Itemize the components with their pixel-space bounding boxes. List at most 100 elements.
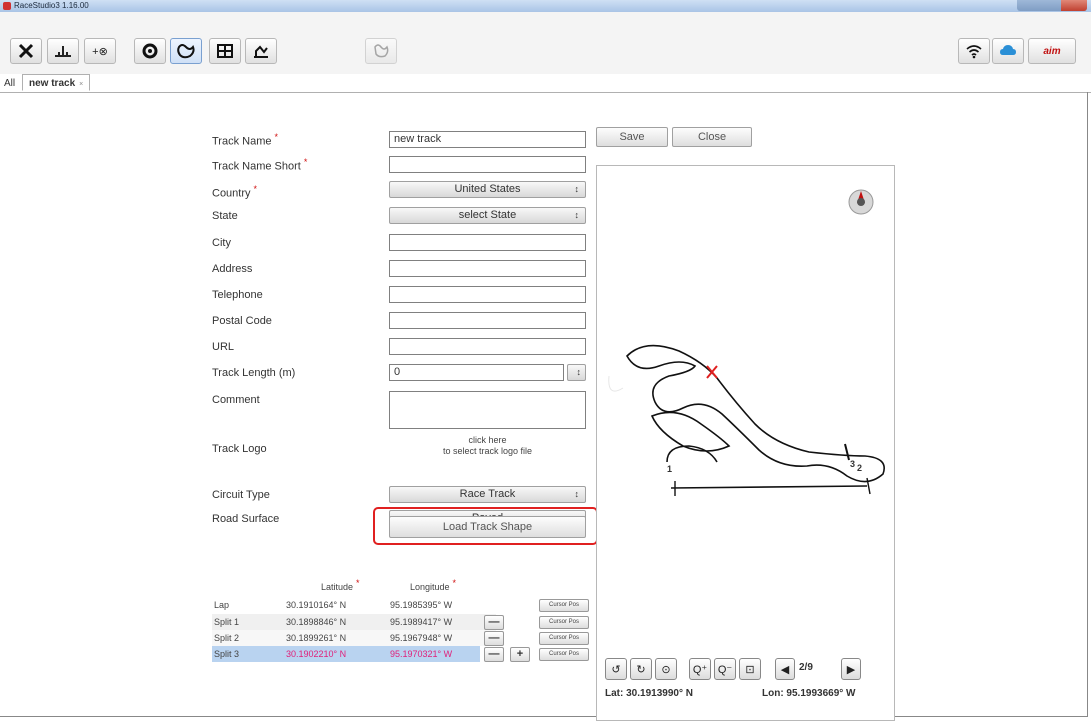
title-bar: RaceStudio3 1.16.00: [0, 0, 1091, 12]
address-label: Address: [212, 263, 253, 275]
aim-logo-icon[interactable]: aim: [1028, 38, 1076, 64]
logger-icon[interactable]: [47, 38, 79, 64]
close-button[interactable]: Close: [672, 127, 752, 147]
tab-label: new track: [29, 78, 76, 89]
chart-icon[interactable]: [245, 38, 277, 64]
tab-all[interactable]: All: [4, 78, 15, 89]
comment-label: Comment: [212, 394, 260, 406]
select-arrow-icon: ↕: [574, 184, 580, 194]
cursor-pos-button[interactable]: Cursor Pos: [539, 599, 589, 612]
tools-icon[interactable]: [10, 38, 42, 64]
track-map: [608, 189, 885, 496]
prev-page-icon[interactable]: ◀: [775, 658, 795, 680]
add-device-icon[interactable]: +⊗: [84, 38, 116, 64]
url-label: URL: [212, 341, 235, 353]
track-shape: [626, 344, 885, 483]
track-name-short-label: Track Name Short *: [212, 157, 308, 173]
row-lat[interactable]: 30.1910164° N: [286, 600, 346, 610]
zoom-out-icon[interactable]: Q⁻: [714, 658, 736, 680]
disabled-track-icon[interactable]: [365, 38, 397, 64]
cursor-pos-button[interactable]: Cursor Pos: [539, 616, 589, 629]
row-lat[interactable]: 30.1902210° N: [286, 649, 346, 659]
track-length-stepper[interactable]: ↕: [567, 364, 586, 381]
cursor-pos-button[interactable]: Cursor Pos: [539, 632, 589, 645]
table-row-bg: [212, 614, 496, 630]
row-lat[interactable]: 30.1899261° N: [286, 633, 346, 643]
track-logo-hint-1: click here: [468, 435, 507, 445]
tab-strip: [0, 74, 1091, 93]
track-name-input[interactable]: new track: [389, 131, 586, 148]
row-name: Split 1: [214, 617, 240, 627]
next-page-icon[interactable]: ▶: [841, 658, 861, 680]
zoom-in-icon[interactable]: Q⁺: [689, 658, 711, 680]
tab-close-icon[interactable]: ×: [79, 81, 83, 88]
page-indicator: 2/9: [799, 662, 813, 673]
table-row-bg: [212, 630, 496, 646]
marker-2: 2: [857, 463, 863, 473]
circuit-type-label: Circuit Type: [212, 489, 270, 501]
latitude-header: Latitude *: [321, 578, 360, 592]
rotate-right-icon[interactable]: ↻: [630, 658, 652, 680]
comment-input[interactable]: [389, 391, 586, 429]
row-lon[interactable]: 95.1967948° W: [390, 633, 452, 643]
circuit-type-select[interactable]: Race Track ↕: [389, 486, 586, 503]
address-input[interactable]: [389, 260, 586, 277]
add-split-button[interactable]: +: [510, 647, 530, 662]
select-arrow-icon: ↕: [574, 489, 580, 499]
marker-1: 1: [667, 464, 673, 474]
tab-new-track[interactable]: new track ×: [22, 74, 91, 91]
rotate-left-icon[interactable]: ↺: [605, 658, 627, 680]
country-select[interactable]: United States ↕: [389, 181, 586, 198]
app-icon: [3, 2, 11, 10]
state-label: State: [212, 210, 238, 222]
select-arrow-icon: ↕: [574, 210, 580, 220]
track-length-input[interactable]: 0: [389, 364, 564, 381]
city-input[interactable]: [389, 234, 586, 251]
row-lon[interactable]: 95.1970321° W: [390, 649, 452, 659]
city-label: City: [212, 237, 231, 249]
track-map-panel[interactable]: 1 3 2: [596, 165, 895, 721]
postal-code-input[interactable]: [389, 312, 586, 329]
url-input[interactable]: [389, 338, 586, 355]
row-lon[interactable]: 95.1989417° W: [390, 617, 452, 627]
app-window: RaceStudio3 1.16.00 +⊗ aim All new track…: [0, 0, 1091, 724]
track-name-short-input[interactable]: [389, 156, 586, 173]
wifi-icon[interactable]: [958, 38, 990, 64]
state-select[interactable]: select State ↕: [389, 207, 586, 224]
cursor-cross-icon: [706, 365, 718, 379]
save-button[interactable]: Save: [596, 127, 668, 147]
track-logo-label: Track Logo: [212, 443, 267, 455]
remove-split-button[interactable]: —: [484, 615, 504, 630]
row-name: Lap: [214, 600, 230, 610]
window-controls[interactable]: [1017, 0, 1087, 11]
track-length-label: Track Length (m): [212, 367, 296, 379]
remove-split-button[interactable]: —: [484, 631, 504, 646]
remove-split-button[interactable]: —: [484, 647, 504, 662]
highlight-box: [373, 507, 598, 545]
row-lon[interactable]: 95.1985395° W: [390, 600, 452, 610]
lon-readout: Lon: 95.1993669° W: [762, 688, 856, 699]
track-name-label: Track Name *: [212, 132, 279, 148]
track-logo-picker[interactable]: click here to select track logo file: [389, 435, 586, 457]
gear-icon[interactable]: [134, 38, 166, 64]
track-logo-hint-2: to select track logo file: [442, 446, 533, 456]
cursor-pos-button[interactable]: Cursor Pos: [539, 648, 589, 661]
zoom-fit-icon[interactable]: ⊡: [739, 658, 761, 680]
marker-3: 3: [850, 459, 856, 469]
row-lat[interactable]: 30.1898846° N: [286, 617, 346, 627]
row-name: Split 3: [214, 649, 240, 659]
main-toolbar: +⊗ aim: [0, 12, 1091, 74]
cloud-icon[interactable]: [992, 38, 1024, 64]
lat-readout: Lat: 30.1913990° N: [605, 688, 693, 699]
stepper-arrow-icon: ↕: [576, 367, 582, 377]
road-surface-label: Road Surface: [212, 513, 280, 525]
row-name: Split 2: [214, 633, 240, 643]
north-up-icon[interactable]: ⊙: [655, 658, 677, 680]
postal-code-label: Postal Code: [212, 315, 272, 327]
country-label: Country *: [212, 184, 258, 200]
longitude-header: Longitude *: [410, 578, 457, 592]
window-close-button[interactable]: [1061, 0, 1087, 11]
telephone-input[interactable]: [389, 286, 586, 303]
track-icon[interactable]: [170, 38, 202, 64]
grid-icon[interactable]: [209, 38, 241, 64]
